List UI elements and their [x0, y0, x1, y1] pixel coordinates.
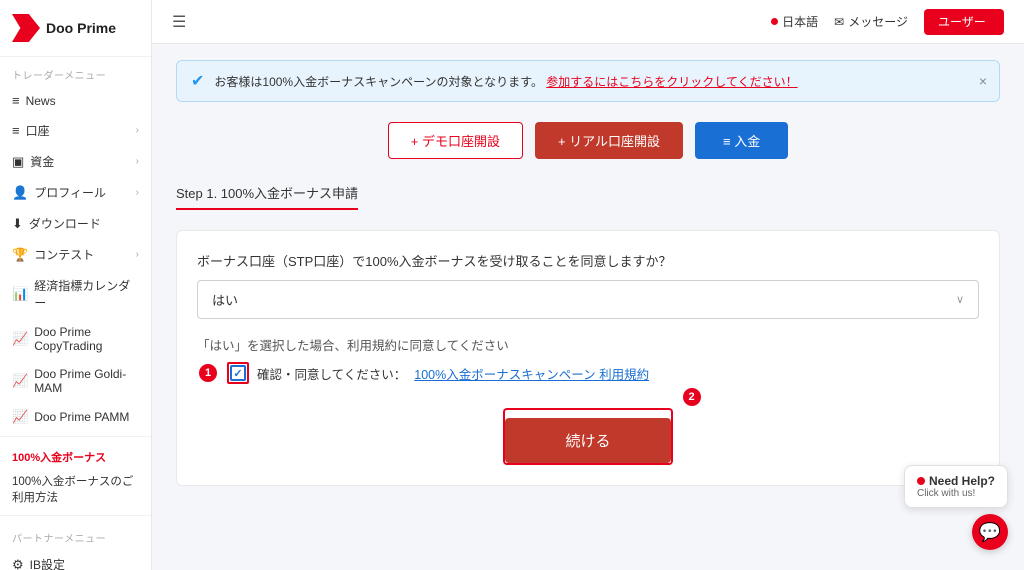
- checkbox-label: 確認・同意してください：: [257, 364, 406, 383]
- check-circle-icon: ✔: [191, 71, 204, 91]
- main-area: ☰ 日本語 ✉ メッセージ ユーザー ✔ お客様は100%入金ボーナスキャンペー…: [152, 0, 1024, 570]
- sidebar-item-label: News: [26, 94, 56, 108]
- sidebar-item-copytrading[interactable]: 📈 Doo Prime CopyTrading: [0, 318, 151, 360]
- bonus-banner: ✔ お客様は100%入金ボーナスキャンペーンの対象となります。 参加するにはこち…: [176, 60, 1000, 102]
- sidebar-item-label: プロフィール: [34, 184, 106, 201]
- select-value: はい: [212, 290, 238, 309]
- chat-icon: 💬: [979, 522, 1001, 543]
- ib-icon: ⚙: [12, 557, 24, 570]
- sidebar-item-ib[interactable]: ⚙ IB設定: [0, 549, 151, 570]
- message-button[interactable]: ✉ メッセージ: [834, 13, 908, 30]
- sidebar-item-label: 口座: [26, 122, 50, 139]
- copytrading-icon: 📈: [12, 331, 28, 347]
- sidebar-item-news[interactable]: ≡ News: [0, 86, 151, 115]
- sidebar-item-label: コンテスト: [34, 246, 94, 263]
- calendar-icon: 📊: [12, 286, 28, 302]
- sidebar-item-label: IB設定: [30, 556, 65, 570]
- badge-2: 2: [683, 388, 701, 406]
- continue-button-wrapper: 続ける 2: [503, 400, 672, 465]
- sidebar-item-label: Doo Prime Goldi-MAM: [34, 367, 139, 395]
- content-area: ✔ お客様は100%入金ボーナスキャンペーンの対象となります。 参加するにはこち…: [152, 44, 1024, 570]
- help-dot: [917, 477, 925, 485]
- demo-account-button[interactable]: + デモ口座開設: [388, 122, 523, 159]
- form-question: ボーナス口座（STP口座）で100%入金ボーナスを受け取ることを同意しますか？: [197, 251, 979, 270]
- goldimam-icon: 📈: [12, 373, 28, 389]
- sidebar-item-profile[interactable]: 👤 プロフィール ›: [0, 177, 151, 208]
- sidebar: Doo Prime トレーダーメニュー ≡ News ≡ 口座 › ▣ 資金 ›…: [0, 0, 152, 570]
- terms-section: 「はい」を選択した場合、利用規約に同意してください 1 ✓ 確認・同意してくださ…: [197, 335, 979, 384]
- download-icon: ⬇: [12, 216, 23, 232]
- step-label: Step 1. 100%入金ボーナス申請: [176, 186, 358, 201]
- bonus-consent-select[interactable]: はい ∨: [197, 280, 979, 319]
- sidebar-item-goldimam[interactable]: 📈 Doo Prime Goldi-MAM: [0, 360, 151, 402]
- user-button[interactable]: ユーザー: [924, 9, 1004, 35]
- logo-text: Doo Prime: [46, 20, 116, 36]
- sidebar-item-label: 資金: [30, 153, 54, 170]
- help-subtitle: Click with us!: [917, 488, 995, 499]
- deposit-button[interactable]: ≡ 入金: [695, 122, 788, 159]
- sidebar-item-calendar[interactable]: 📊 経済指標カレンダー: [0, 270, 151, 318]
- partner-menu-label: パートナーメニュー: [0, 520, 151, 549]
- news-icon: ≡: [12, 93, 20, 108]
- bonus-section-label: 100%入金ボーナス: [0, 441, 151, 467]
- badge-1: 1: [199, 364, 217, 382]
- contest-icon: 🏆: [12, 247, 28, 263]
- chat-button[interactable]: 💬: [972, 514, 1008, 550]
- trader-menu-label: トレーダーメニュー: [0, 57, 151, 86]
- chevron-right-icon: ›: [136, 249, 139, 260]
- msg-label: メッセージ: [848, 13, 908, 30]
- banner-link[interactable]: 参加するにはこちらをクリックしてください！: [546, 75, 797, 89]
- sidebar-item-label: 経済指標カレンダー: [34, 277, 139, 311]
- banner-text: お客様は100%入金ボーナスキャンペーンの対象となります。 参加するにはこちらを…: [214, 73, 797, 90]
- sidebar-item-contest[interactable]: 🏆 コンテスト ›: [0, 239, 151, 270]
- shisan-icon: ▣: [12, 154, 24, 170]
- continue-button[interactable]: 続ける: [505, 418, 670, 463]
- sidebar-item-shisan[interactable]: ▣ 資金 ›: [0, 146, 151, 177]
- chevron-right-icon: ›: [136, 156, 139, 167]
- close-icon[interactable]: ×: [979, 73, 987, 89]
- sidebar-item-koza[interactable]: ≡ 口座 ›: [0, 115, 151, 146]
- sidebar-item-label: Doo Prime CopyTrading: [34, 325, 139, 353]
- sidebar-item-bonus-method[interactable]: 100%入金ボーナスのご利用方法: [0, 467, 151, 511]
- checkbox-highlight: ✓: [227, 362, 249, 384]
- koza-icon: ≡: [12, 123, 20, 138]
- language-selector[interactable]: 日本語: [771, 13, 818, 30]
- chevron-down-icon: ∨: [956, 293, 964, 306]
- logo-icon: [12, 14, 40, 42]
- sidebar-item-label: ダウンロード: [29, 215, 101, 232]
- pamm-icon: 📈: [12, 409, 28, 425]
- hamburger-icon[interactable]: ☰: [172, 12, 186, 32]
- logo: Doo Prime: [0, 0, 151, 57]
- real-account-button[interactable]: + リアル口座開設: [535, 122, 683, 159]
- chevron-right-icon: ›: [136, 187, 139, 198]
- continue-highlight-box: 続ける: [503, 408, 672, 465]
- sidebar-item-label: Doo Prime PAMM: [34, 410, 129, 424]
- step-tab: Step 1. 100%入金ボーナス申請: [176, 183, 358, 210]
- lang-label: 日本語: [782, 13, 818, 30]
- user-label: ユーザー: [938, 15, 986, 29]
- form-area: ボーナス口座（STP口座）で100%入金ボーナスを受け取ることを同意しますか？ …: [176, 230, 1000, 486]
- envelope-icon: ✉: [834, 15, 844, 29]
- lang-dot: [771, 18, 778, 25]
- terms-checkbox[interactable]: ✓: [230, 365, 246, 381]
- help-widget: Need Help? Click with us! 💬: [904, 465, 1008, 550]
- terms-instruction: 「はい」を選択した場合、利用規約に同意してください: [197, 335, 979, 354]
- profile-icon: 👤: [12, 185, 28, 201]
- help-bubble[interactable]: Need Help? Click with us!: [904, 465, 1008, 508]
- help-title: Need Help?: [917, 474, 995, 488]
- terms-check-row: 1 ✓ 確認・同意してください： 100%入金ボーナスキャンペーン 利用規約: [227, 362, 979, 384]
- sidebar-item-pamm[interactable]: 📈 Doo Prime PAMM: [0, 402, 151, 432]
- chevron-right-icon: ›: [136, 125, 139, 136]
- checkmark-icon: ✓: [233, 367, 242, 380]
- terms-link[interactable]: 100%入金ボーナスキャンペーン 利用規約: [414, 364, 649, 383]
- sidebar-item-download[interactable]: ⬇ ダウンロード: [0, 208, 151, 239]
- topnav: ☰ 日本語 ✉ メッセージ ユーザー: [152, 0, 1024, 44]
- action-buttons: + デモ口座開設 + リアル口座開設 ≡ 入金: [176, 122, 1000, 159]
